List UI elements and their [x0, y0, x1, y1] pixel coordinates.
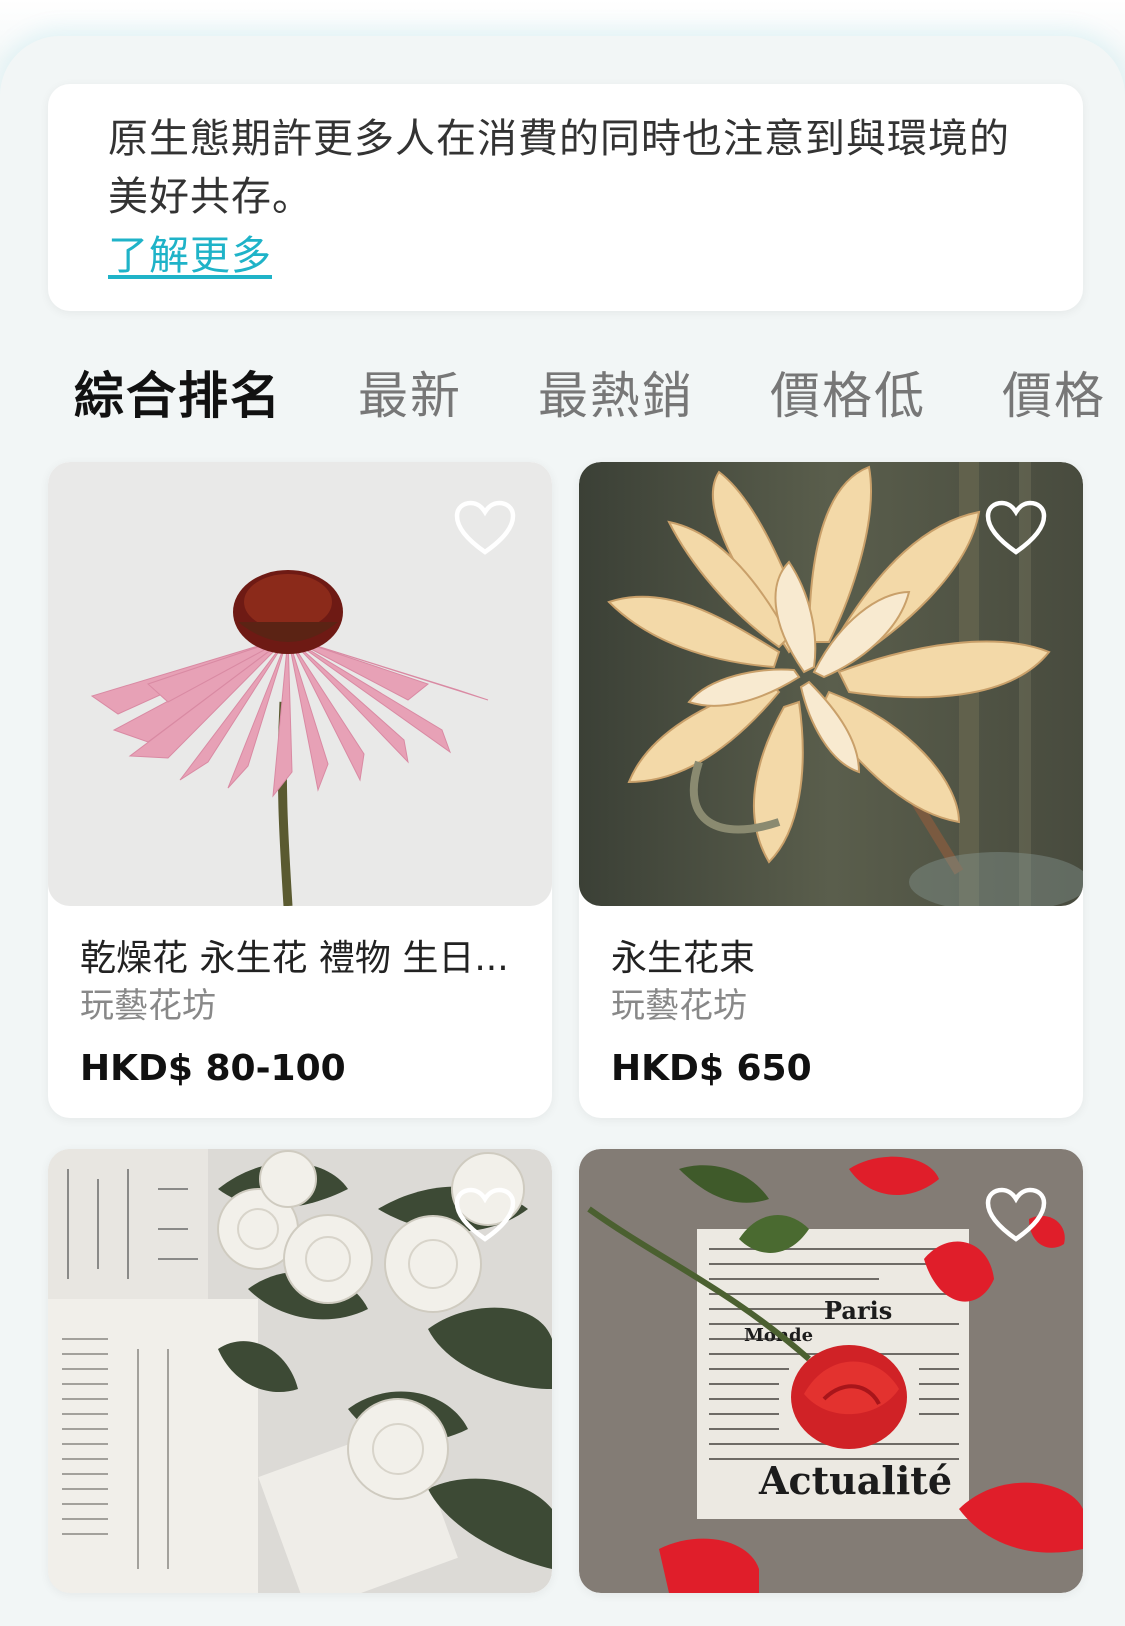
favorite-heart-icon[interactable]: [985, 1187, 1047, 1243]
product-image[interactable]: Paris Monde Actualité: [579, 1149, 1083, 1593]
tab-price-high[interactable]: 價格: [1002, 356, 1106, 428]
newspaper-word-actualite: Actualité: [758, 1458, 952, 1503]
product-card[interactable]: 乾燥花 永生花 禮物 生日... 玩藝花坊 HKD$ 80-100: [48, 462, 552, 1118]
sort-tabs: 綜合排名 最新 最熱銷 價格低 價格: [48, 352, 1125, 432]
product-meta: 永生花束 玩藝花坊 HKD$ 650: [579, 906, 1083, 1118]
product-card[interactable]: 永生花束 玩藝花坊 HKD$ 650: [579, 462, 1083, 1118]
product-price: HKD$ 650: [611, 1048, 812, 1089]
favorite-heart-icon[interactable]: [454, 500, 516, 556]
newspaper-word-paris: Paris: [824, 1296, 892, 1325]
intro-text: 原生態期許更多人在消費的同時也注意到與環境的美好共存。: [108, 116, 1010, 220]
product-listing-page: 原生態期許更多人在消費的同時也注意到與環境的美好共存。 了解更多 綜合排名 最新…: [0, 0, 1125, 1626]
product-price: HKD$ 80-100: [80, 1048, 346, 1089]
favorite-heart-icon[interactable]: [985, 500, 1047, 556]
product-image[interactable]: [48, 462, 552, 906]
product-card[interactable]: [48, 1149, 552, 1593]
tab-newest[interactable]: 最新: [358, 356, 462, 428]
intro-card: 原生態期許更多人在消費的同時也注意到與環境的美好共存。 了解更多: [48, 84, 1083, 311]
product-title: 永生花束: [611, 938, 756, 979]
product-image[interactable]: [579, 462, 1083, 906]
product-card[interactable]: Paris Monde Actualité: [579, 1149, 1083, 1593]
favorite-heart-icon[interactable]: [454, 1187, 516, 1243]
product-title: 乾燥花 永生花 禮物 生日...: [80, 938, 509, 979]
shop-name: 玩藝花坊: [611, 986, 747, 1026]
tab-price-low[interactable]: 價格低: [770, 356, 926, 428]
product-image[interactable]: [48, 1149, 552, 1593]
product-meta: 乾燥花 永生花 禮物 生日... 玩藝花坊 HKD$ 80-100: [48, 906, 552, 1118]
tab-best-selling[interactable]: 最熱銷: [538, 356, 694, 428]
shop-name: 玩藝花坊: [80, 986, 216, 1026]
tab-overall-ranking[interactable]: 綜合排名: [74, 356, 282, 428]
learn-more-link[interactable]: 了解更多: [108, 228, 272, 284]
